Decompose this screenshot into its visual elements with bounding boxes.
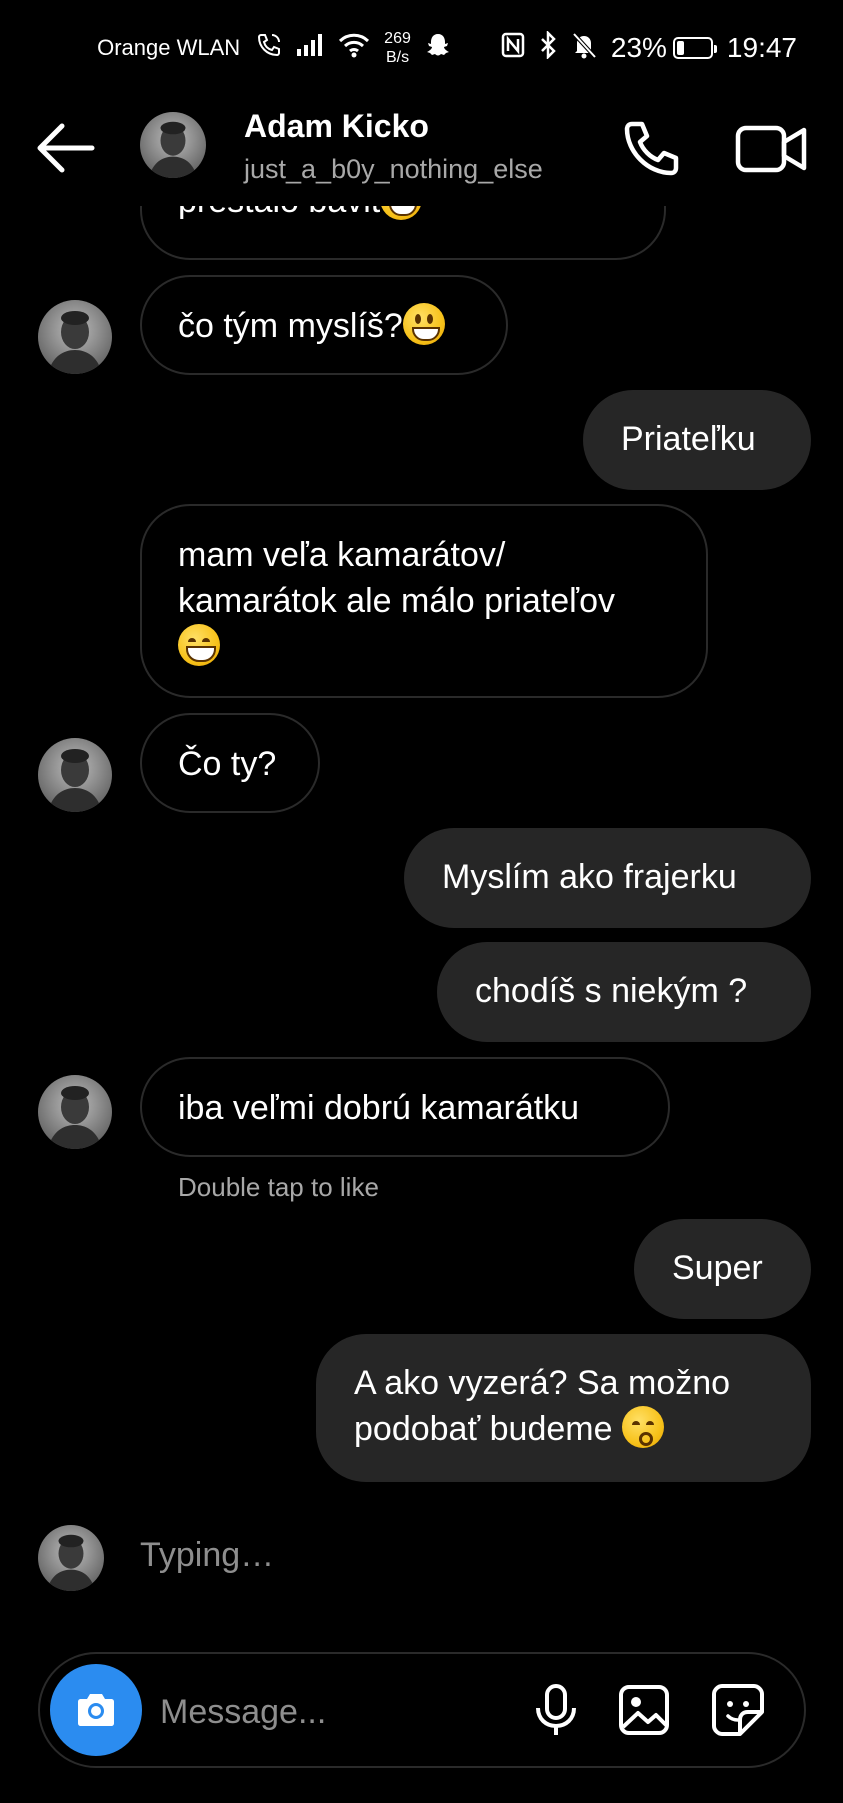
typing-avatar [38, 1525, 104, 1591]
message-incoming[interactable]: Čo ty? [140, 713, 320, 813]
camera-button[interactable] [50, 1664, 142, 1756]
grinning-sweat-emoji [178, 624, 220, 666]
avatar[interactable] [38, 738, 112, 812]
message-text: Čo ty? [178, 745, 277, 783]
message-incoming[interactable]: iba veľmi dobrú kamarátku [140, 1057, 670, 1157]
avatar[interactable] [38, 300, 112, 374]
message-outgoing[interactable]: Myslím ako frajerku [404, 828, 811, 928]
message-text: čo tým myslíš? [178, 307, 403, 345]
message-text: Super [672, 1249, 763, 1287]
avatar[interactable] [38, 1075, 112, 1149]
contact-name[interactable]: Adam Kicko [244, 108, 429, 145]
video-call-button[interactable] [734, 116, 810, 182]
message-text: Priateľku [621, 420, 756, 458]
voice-message-button[interactable] [526, 1680, 586, 1740]
contact-username[interactable]: just_a_b0y_nothing_else [244, 154, 543, 185]
message-incoming[interactable]: čo tým myslíš? [140, 275, 508, 375]
gallery-button[interactable] [614, 1680, 674, 1740]
message-input[interactable] [158, 1686, 442, 1738]
message-text: A ako vyzerá? Sa možno podobať budeme [354, 1364, 731, 1448]
phone-icon [624, 121, 679, 176]
header-avatar[interactable] [140, 112, 206, 178]
sticker-button[interactable] [708, 1680, 768, 1740]
message-text: chodíš s niekým ? [475, 972, 748, 1010]
back-arrow-icon [37, 123, 95, 173]
back-button[interactable] [30, 118, 100, 178]
message-text: iba veľmi dobrú kamarátku [178, 1089, 580, 1127]
chat-header: Adam Kicko just_a_b0y_nothing_else [0, 96, 843, 206]
message-text: mam veľa kamarátov/ kamarátok ale málo p… [178, 536, 616, 620]
kissing-face-emoji [621, 1406, 664, 1448]
grinning-face-emoji [402, 303, 445, 345]
video-camera-icon [735, 125, 807, 173]
message-incoming[interactable]: mam veľa kamarátov/ kamarátok ale málo p… [140, 504, 708, 698]
camera-icon [78, 1694, 114, 1726]
message-thread[interactable]: prestalo bavit čo tým myslíš? Priateľku … [0, 0, 843, 1640]
message-outgoing[interactable]: chodíš s niekým ? [437, 942, 811, 1042]
voice-call-button[interactable] [618, 116, 684, 182]
typing-indicator: Typing… [140, 1536, 275, 1574]
message-composer [38, 1652, 806, 1768]
message-outgoing[interactable]: Priateľku [583, 390, 811, 490]
sticker-icon [712, 1684, 764, 1736]
double-tap-hint: Double tap to like [178, 1172, 379, 1202]
message-outgoing[interactable]: A ako vyzerá? Sa možno podobať budeme [316, 1334, 811, 1482]
message-text: Myslím ako frajerku [442, 858, 737, 896]
message-outgoing[interactable]: Super [634, 1219, 811, 1319]
gallery-icon [619, 1685, 669, 1735]
microphone-icon [536, 1684, 576, 1735]
